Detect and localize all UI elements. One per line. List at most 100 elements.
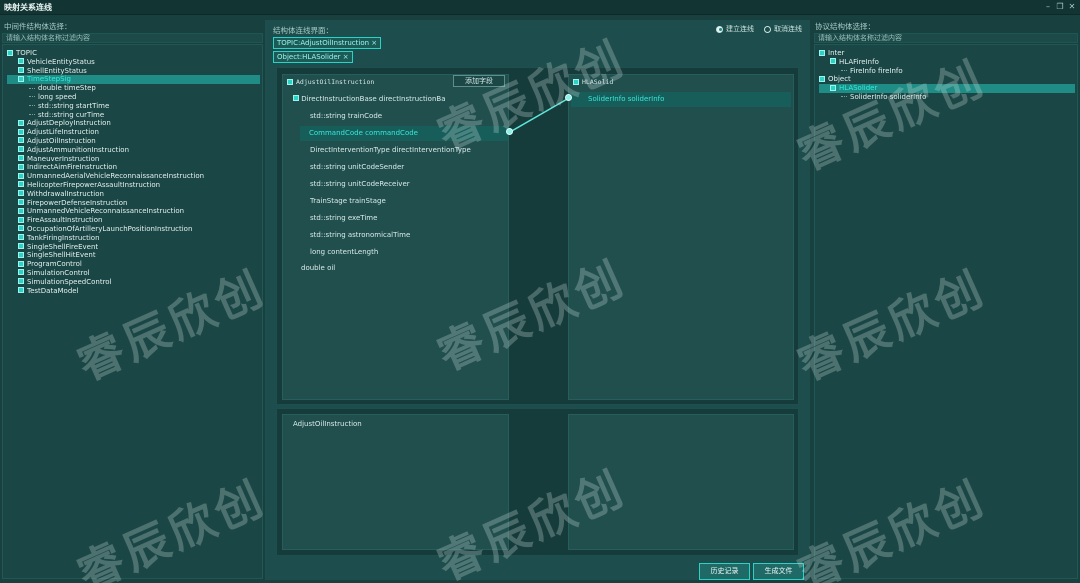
right-tree-node[interactable]: Object [819, 75, 1075, 84]
expand-icon[interactable] [830, 84, 836, 91]
field-row[interactable]: std::string astronomicalTime [301, 228, 410, 243]
left-tree-node[interactable]: double timeStep [7, 84, 260, 93]
expand-icon[interactable] [18, 260, 24, 267]
close-icon[interactable]: ✕ [1068, 2, 1076, 11]
expand-icon[interactable] [18, 269, 24, 276]
expand-icon[interactable] [819, 75, 825, 82]
left-tree-node[interactable]: UnmannedAerialVehicleReconnaissanceInstr… [7, 172, 260, 181]
expand-icon[interactable] [18, 234, 24, 241]
left-tree-node[interactable]: FirepowerDefenseInstruction [7, 199, 260, 208]
link-start-dot[interactable] [506, 128, 513, 135]
expand-icon[interactable] [830, 58, 836, 65]
field-row[interactable]: std::string trainCode [301, 109, 382, 124]
left-tree-node[interactable]: AdjustLifeInstruction [7, 128, 260, 137]
expand-icon[interactable] [18, 287, 24, 294]
field-row[interactable]: std::string exeTime [301, 211, 377, 226]
expand-icon[interactable] [18, 190, 24, 197]
left-tree-node[interactable]: TestDataModel [7, 287, 260, 296]
field-row[interactable]: CommandCode commandCode [300, 126, 508, 141]
left-tree-node[interactable]: AdjustAmmunitionInstruction [7, 146, 260, 155]
expand-icon[interactable] [287, 79, 293, 85]
tree-node-label: ShellEntityStatus [27, 66, 87, 75]
sub-struct-row[interactable]: DirectInstructionBase directInstructionB… [293, 92, 446, 107]
field-row[interactable]: TrainStage trainStage [301, 194, 386, 209]
left-filter-input[interactable]: 请输入结构体名称过滤内容 [2, 33, 263, 43]
field-row[interactable]: std::string unitCodeSender [301, 160, 404, 175]
right-tree-node[interactable]: HLAFireInfo [819, 58, 1075, 67]
minimize-icon[interactable]: – [1044, 2, 1052, 11]
right-tree-node[interactable]: FireInfo fireInfo [819, 67, 1075, 76]
expand-icon[interactable] [819, 49, 825, 56]
expand-icon[interactable] [18, 163, 24, 170]
tree-node-label: AdjustOilInstruction [27, 136, 96, 145]
left-tree-node[interactable]: ManeuverInstruction [7, 155, 260, 164]
expand-icon[interactable] [18, 216, 24, 223]
sub-struct-label: DirectInstructionBase directInstructionB… [301, 95, 446, 103]
expand-icon[interactable] [18, 58, 24, 65]
tag-topic-adjustoil[interactable]: TOPIC:AdjustOilInstruction × [273, 37, 382, 49]
radio-dot-icon [764, 25, 771, 33]
left-tree-node[interactable]: ShellEntityStatus [7, 67, 260, 76]
left-tree-node[interactable]: VehicleEntityStatus [7, 58, 260, 67]
tree-node-label: UnmannedVehicleReconnaissanceInstruction [27, 207, 185, 216]
left-tree-node[interactable]: std::string curTime [7, 111, 260, 120]
left-tree-node[interactable]: SingleShellFireEvent [7, 243, 260, 252]
expand-icon[interactable] [18, 225, 24, 232]
radio-cancel[interactable]: 取消连线 [764, 24, 802, 34]
left-tree-node[interactable]: std::string startTime [7, 102, 260, 111]
left-tree-node[interactable]: TOPIC [7, 49, 260, 58]
left-tree-node[interactable]: FireAssaultInstruction [7, 216, 260, 225]
expand-icon[interactable] [18, 181, 24, 188]
generate-file-button[interactable]: 生成文件 [753, 563, 804, 580]
expand-icon[interactable] [18, 172, 24, 179]
protocol-field-row[interactable]: SoliderInfo soliderInfo [571, 92, 791, 107]
left-tree-node[interactable]: OccupationOfArtilleryLaunchPositionInstr… [7, 225, 260, 234]
add-field-button[interactable]: 添加字段 [453, 75, 505, 87]
right-filter-input[interactable]: 请输入结构体名称过滤内容 [814, 33, 1078, 43]
left-tree-node[interactable]: IndirectAimFireInstruction [7, 163, 260, 172]
right-tree-node[interactable]: HLASolider [819, 84, 1075, 93]
expand-icon[interactable] [18, 137, 24, 144]
field-row-tail[interactable]: double oil [301, 261, 335, 276]
expand-icon[interactable] [18, 67, 24, 74]
expand-icon[interactable] [7, 49, 13, 56]
left-tree-node[interactable]: WithdrawalInstruction [7, 190, 260, 199]
expand-icon[interactable] [18, 119, 24, 126]
expand-icon[interactable] [18, 75, 24, 82]
expand-icon[interactable] [18, 251, 24, 258]
tree-node-label: ProgramControl [27, 260, 82, 269]
left-tree-node[interactable]: TimeStepSig [7, 75, 260, 85]
right-tree-node[interactable]: Inter [819, 49, 1075, 58]
left-tree-node[interactable]: long speed [7, 93, 260, 102]
expand-icon[interactable] [293, 95, 299, 101]
field-row[interactable]: std::string unitCodeReceiver [301, 177, 410, 192]
link-end-dot[interactable] [565, 94, 572, 101]
expand-icon[interactable] [18, 146, 24, 153]
tree-node-label: IndirectAimFireInstruction [27, 163, 118, 172]
expand-icon[interactable] [18, 207, 24, 214]
left-tree-node[interactable]: HelicopterFirepowerAssaultInstruction [7, 181, 260, 190]
radio-connect[interactable]: 建立连线 [716, 24, 754, 34]
tag-object-hlasolider[interactable]: Object:HLASolider × [273, 51, 353, 63]
left-tree-node[interactable]: SimulationSpeedControl [7, 278, 260, 287]
right-tree-node[interactable]: SoliderInfo soliderInfo [819, 93, 1075, 102]
field-row[interactable]: long contentLength [301, 245, 378, 260]
left-tree-node[interactable]: UnmannedVehicleReconnaissanceInstruction [7, 207, 260, 216]
title-bar: 映射关系连线 – ❐ ✕ [0, 0, 1080, 15]
expand-icon[interactable] [18, 199, 24, 206]
left-tree-node[interactable]: SimulationControl [7, 269, 260, 278]
left-tree-node[interactable]: SingleShellHitEvent [7, 251, 260, 260]
expand-icon[interactable] [18, 128, 24, 135]
history-button[interactable]: 历史记录 [699, 563, 750, 580]
expand-icon[interactable] [573, 79, 579, 85]
left-tree-node[interactable]: TankFiringInstruction [7, 234, 260, 243]
expand-icon[interactable] [18, 155, 24, 162]
field-row[interactable]: DirectInterventionType directInterventio… [301, 143, 471, 158]
tree-branch-icon [841, 70, 847, 72]
expand-icon[interactable] [18, 243, 24, 250]
restore-icon[interactable]: ❐ [1056, 2, 1064, 11]
left-tree-node[interactable]: AdjustOilInstruction [7, 137, 260, 146]
left-tree-node[interactable]: ProgramControl [7, 260, 260, 269]
left-tree-node[interactable]: AdjustDeployInstruction [7, 119, 260, 128]
expand-icon[interactable] [18, 278, 24, 285]
